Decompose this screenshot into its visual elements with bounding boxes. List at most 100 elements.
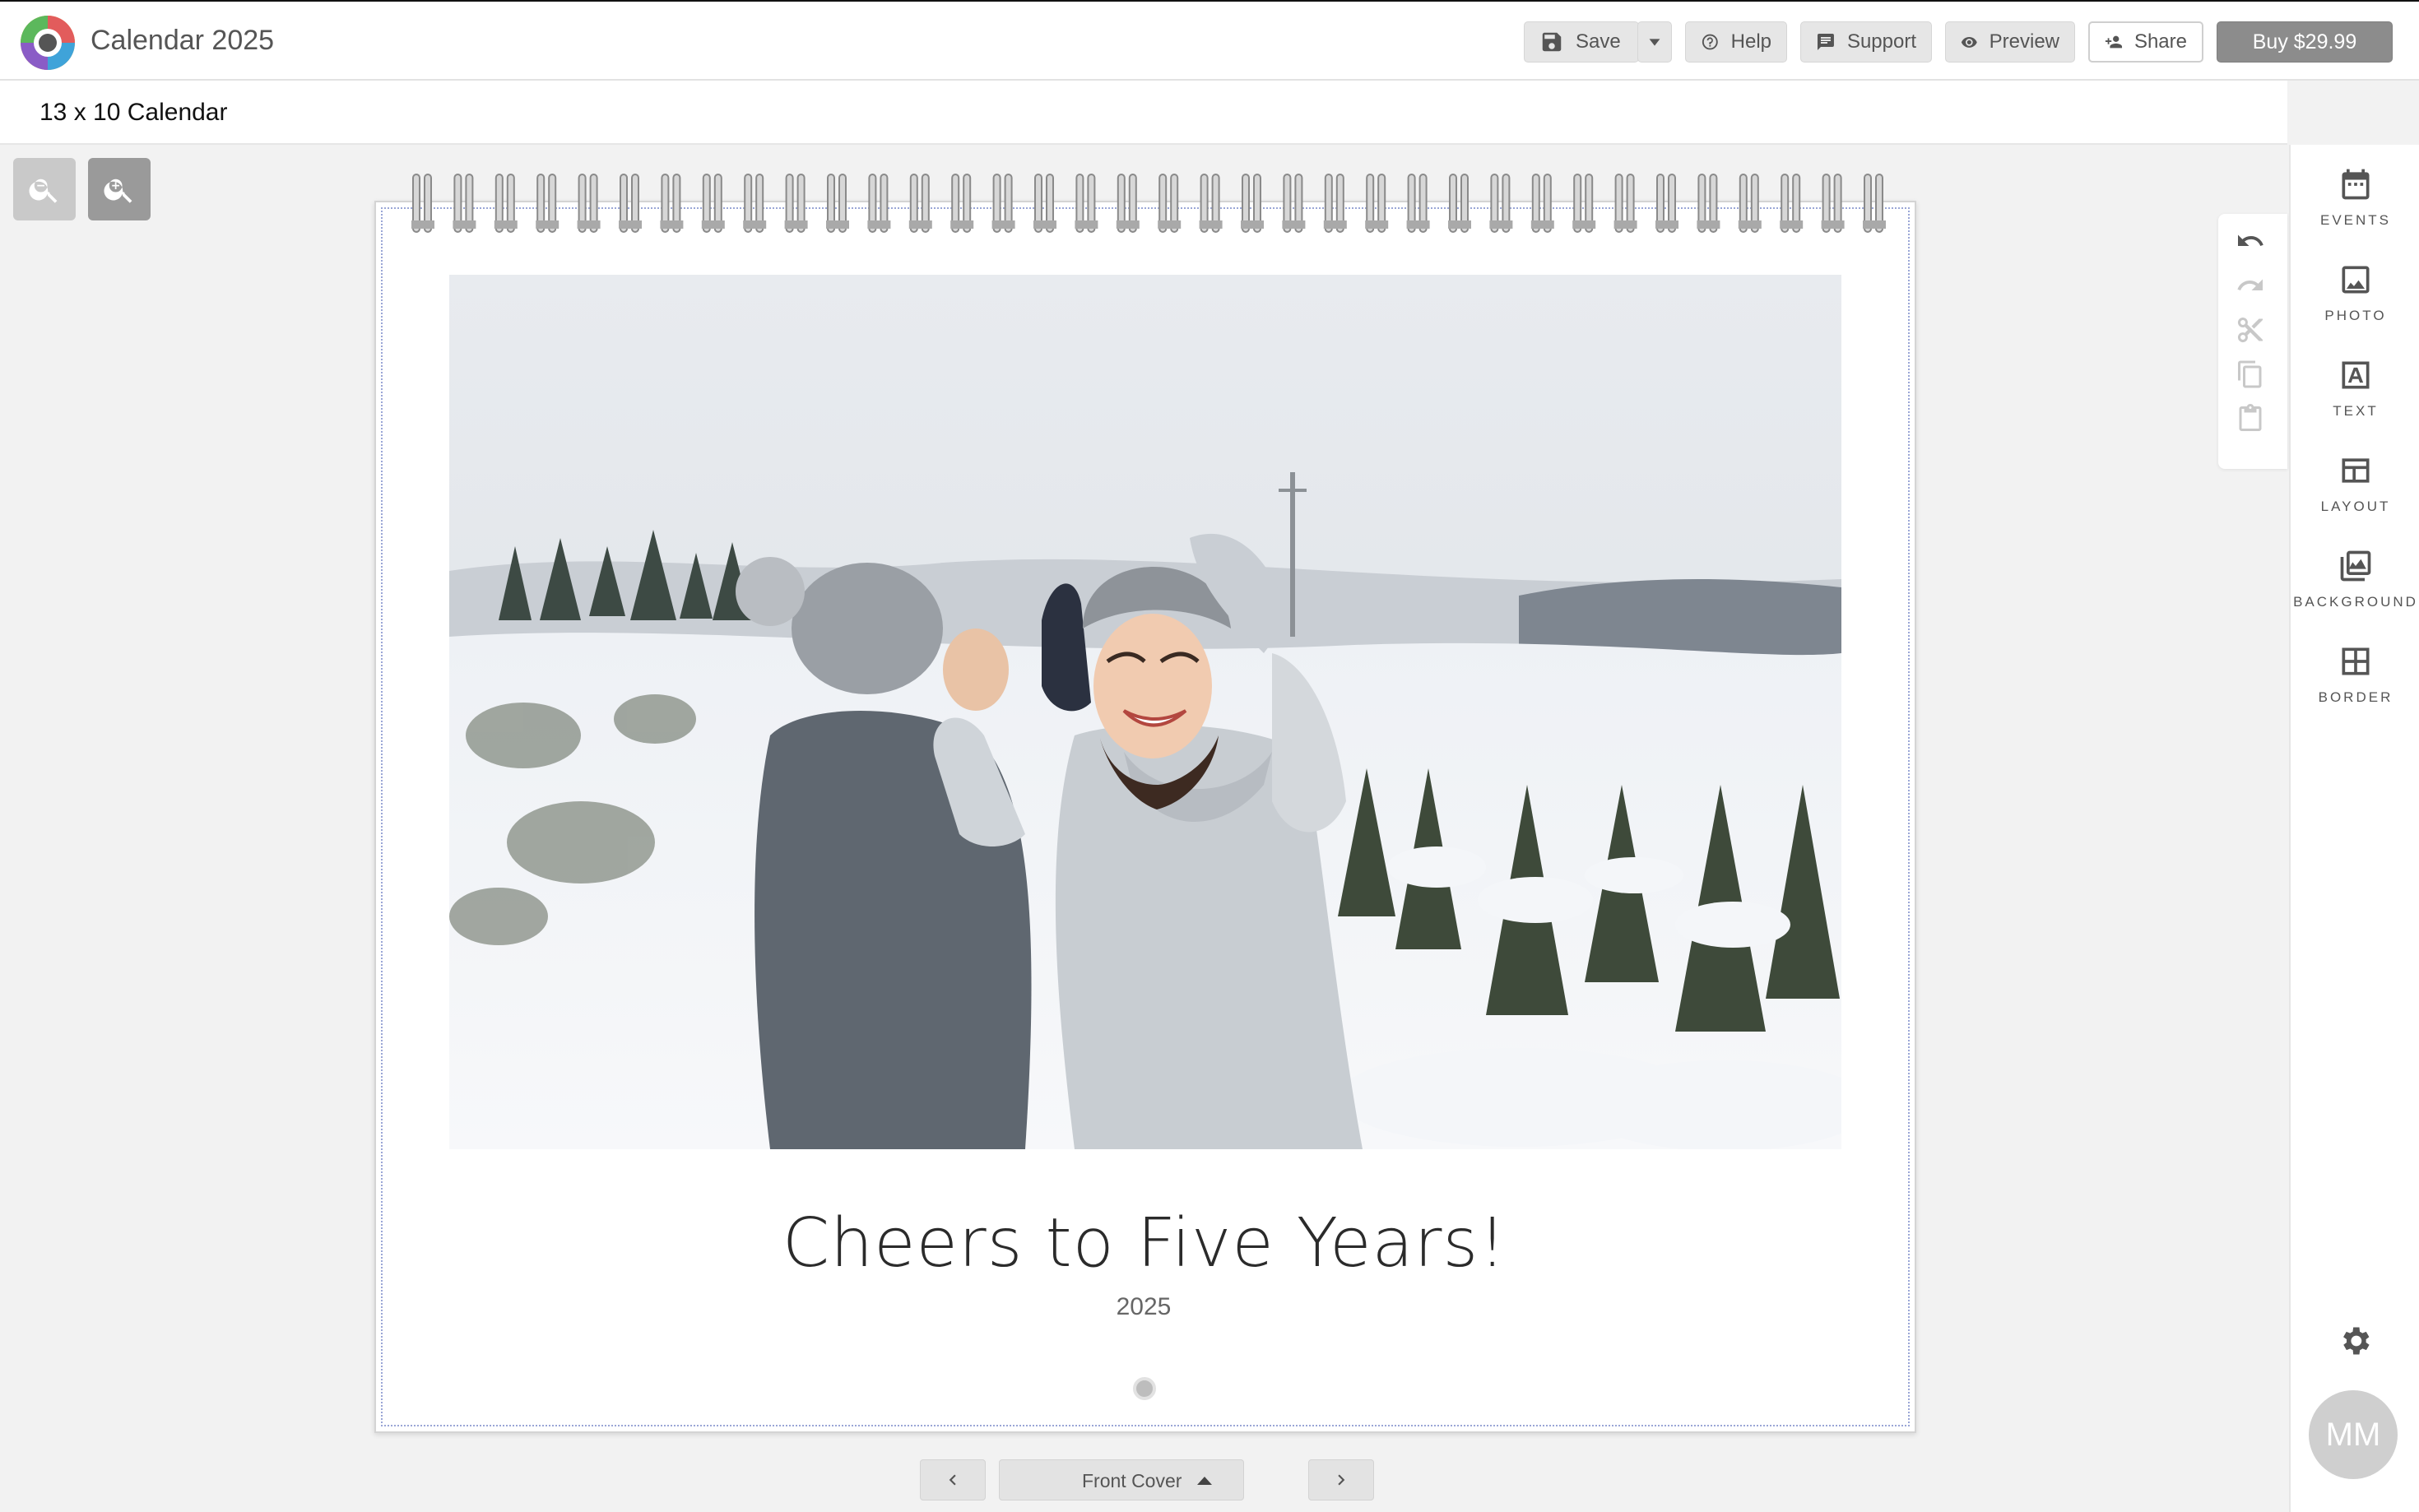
- copy-button[interactable]: [2233, 357, 2268, 392]
- gear-icon: [2343, 1327, 2370, 1355]
- spiral-coil: [950, 174, 974, 233]
- spiral-coil: [1448, 174, 1471, 233]
- settings-button[interactable]: [2337, 1323, 2373, 1359]
- cut-button[interactable]: [2233, 313, 2268, 347]
- chat-icon: [1817, 34, 1834, 50]
- spiral-coil: [1365, 174, 1389, 233]
- rail-item-photo[interactable]: PHOTO: [2291, 245, 2419, 336]
- spiral-coil: [991, 174, 1015, 233]
- rail-label-layout: LAYOUT: [2320, 499, 2391, 514]
- chevron-right-icon: [1338, 1474, 1345, 1486]
- spiral-coil: [1697, 174, 1720, 233]
- zoom-out-icon: [29, 179, 58, 203]
- rail-label-events: EVENTS: [2319, 212, 2392, 228]
- spiral-coil: [826, 174, 849, 233]
- border-icon: [2342, 647, 2370, 675]
- rail-label-text: TEXT: [2333, 403, 2379, 419]
- chevron-left-icon: [949, 1474, 956, 1486]
- cover-year[interactable]: 2025: [1061, 1293, 1226, 1321]
- spiral-coil: [1075, 174, 1098, 233]
- share-label: Share: [2133, 30, 2187, 53]
- spiral-coil: [701, 174, 725, 233]
- spiral-coil: [1821, 174, 1845, 233]
- rail-label-photo: PHOTO: [2324, 308, 2387, 323]
- preview-button[interactable]: Preview: [1945, 21, 2075, 63]
- support-label: Support: [1846, 30, 1916, 53]
- rail-item-text[interactable]: TEXT: [2291, 341, 2419, 431]
- zoom-out-button[interactable]: [13, 158, 76, 220]
- buy-button[interactable]: Buy $29.99: [2217, 21, 2393, 63]
- rail-item-border[interactable]: BORDER: [2291, 627, 2419, 717]
- right-tool-rail: EVENTS PHOTO TEXT LAYOUT BACKGROUND BORD…: [2289, 145, 2419, 1512]
- caret-up-icon: [1197, 1477, 1212, 1485]
- spiral-binding: [411, 174, 1886, 233]
- spiral-coil: [1199, 174, 1223, 233]
- app-logo[interactable]: [18, 13, 77, 72]
- caret-down-icon: [1649, 39, 1660, 46]
- spiral-coil: [1323, 174, 1347, 233]
- photo-icon: [2342, 266, 2370, 294]
- spiral-coil: [1116, 174, 1140, 233]
- floppy-disk-icon: [1542, 32, 1562, 52]
- rail-item-layout[interactable]: LAYOUT: [2291, 436, 2419, 526]
- paste-button[interactable]: [2233, 401, 2268, 436]
- eye-icon: [1961, 36, 1977, 48]
- save-label: Save: [1576, 30, 1621, 53]
- buy-label: Buy $29.99: [2252, 30, 2357, 53]
- spiral-coil: [743, 174, 767, 233]
- cover-photo[interactable]: [449, 275, 1841, 1149]
- copy-icon: [2238, 360, 2262, 388]
- share-button[interactable]: Share: [2088, 21, 2203, 63]
- undo-icon: [2238, 234, 2263, 246]
- spiral-coil: [660, 174, 684, 233]
- spiral-coil: [1613, 174, 1637, 233]
- rail-item-events[interactable]: EVENTS: [2291, 150, 2419, 240]
- background-icon: [2340, 550, 2371, 582]
- zoom-in-icon: [104, 179, 132, 203]
- redo-button[interactable]: [2233, 268, 2268, 303]
- page-selector[interactable]: Front Cover: [999, 1459, 1244, 1500]
- user-avatar[interactable]: MM: [2309, 1390, 2398, 1479]
- spiral-coil: [1530, 174, 1554, 233]
- previous-page-button[interactable]: [920, 1459, 986, 1500]
- spiral-coil: [1655, 174, 1678, 233]
- layout-icon: [2342, 458, 2370, 483]
- spiral-coil: [577, 174, 601, 233]
- help-circle-icon: [1702, 34, 1718, 50]
- rail-label-border: BORDER: [2318, 689, 2393, 705]
- spiral-coil: [867, 174, 891, 233]
- couple-snow-photo: [449, 275, 1841, 1149]
- support-button[interactable]: Support: [1800, 21, 1932, 63]
- spiral-coil: [1780, 174, 1804, 233]
- spiral-coil: [619, 174, 642, 233]
- undo-button[interactable]: [2233, 224, 2268, 258]
- save-options-dropdown[interactable]: [1637, 21, 1672, 63]
- top-toolbar: Calendar 2025 Save Help Support Preview …: [0, 0, 2419, 81]
- help-label: Help: [1730, 30, 1771, 53]
- zoom-in-button[interactable]: [88, 158, 151, 220]
- add-person-icon: [2105, 35, 2123, 49]
- preview-label: Preview: [1989, 30, 2059, 53]
- edit-toolbar: [2218, 214, 2287, 469]
- calendar-icon: [2342, 169, 2370, 200]
- page-selector-label: Front Cover: [1082, 1470, 1182, 1491]
- app-title: Calendar 2025: [91, 25, 275, 56]
- spiral-coil: [1572, 174, 1596, 233]
- rail-label-background: BACKGROUND: [2293, 594, 2418, 610]
- spiral-coil: [908, 174, 932, 233]
- save-button[interactable]: Save: [1524, 21, 1639, 63]
- help-button[interactable]: Help: [1685, 21, 1787, 63]
- spiral-coil: [1406, 174, 1430, 233]
- spiral-coil: [1282, 174, 1306, 233]
- scissors-icon: [2237, 318, 2263, 343]
- next-page-button[interactable]: [1308, 1459, 1374, 1500]
- redo-icon: [2237, 279, 2263, 290]
- rail-item-background[interactable]: BACKGROUND: [2291, 531, 2419, 622]
- spiral-coil: [1863, 174, 1886, 233]
- spiral-coil: [1489, 174, 1513, 233]
- page-indicator-dot: [1133, 1377, 1156, 1400]
- spiral-coil: [784, 174, 808, 233]
- spiral-coil: [536, 174, 559, 233]
- cover-title[interactable]: Cheers to Five Years!: [614, 1204, 1675, 1282]
- sub-header: 13 x 10 Calendar: [0, 81, 2287, 145]
